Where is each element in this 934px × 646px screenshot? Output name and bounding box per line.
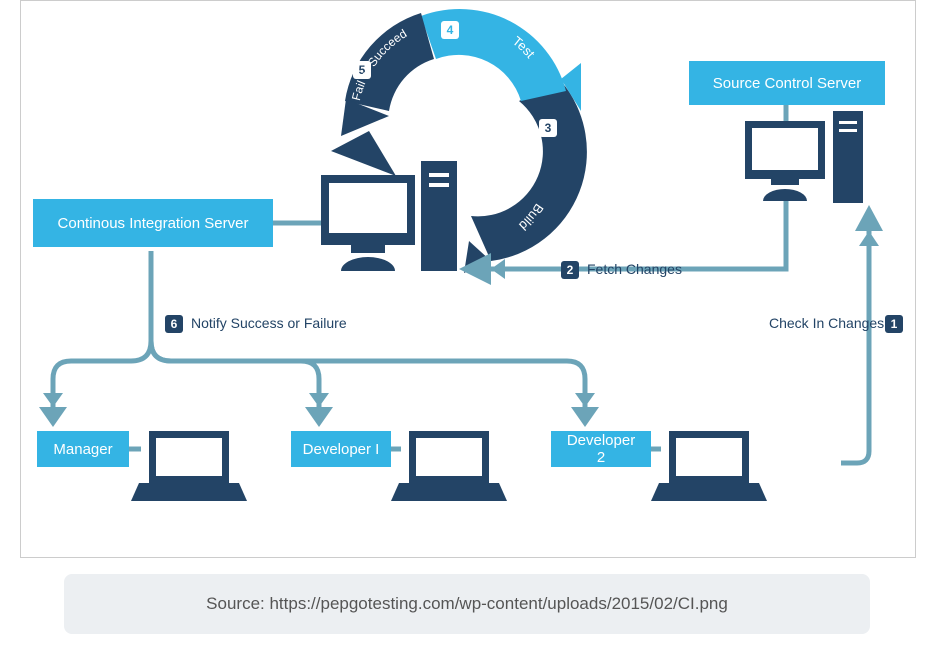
dev1-laptop-icon <box>391 431 507 501</box>
dev2-label: Developer 2 <box>561 432 641 466</box>
manager-label: Manager <box>53 441 112 458</box>
step3-num: 3 <box>545 121 552 135</box>
ci-server-label: Continous Integration Server <box>58 215 249 232</box>
dev1-label: Developer I <box>303 441 380 458</box>
laptop-icons <box>131 431 767 501</box>
source-text: Source: https://pepgotesting.com/wp-cont… <box>206 594 728 614</box>
step2-num: 2 <box>561 261 579 279</box>
manager-box: Manager <box>37 431 129 467</box>
step6-num: 6 <box>165 315 183 333</box>
ci-computer-icon <box>321 161 457 271</box>
dev2-laptop-icon <box>651 431 767 501</box>
step6-label: Notify Success or Failure <box>191 315 347 331</box>
step1-label: Check In Changes <box>769 315 884 331</box>
source-caption: Source: https://pepgotesting.com/wp-cont… <box>64 574 870 634</box>
step4-num: 4 <box>447 23 454 37</box>
source-computer-icon <box>745 111 863 203</box>
dev1-box: Developer I <box>291 431 391 467</box>
diagram-canvas: 3 4 5 Build Test Fail or Succeed <box>20 0 916 558</box>
ci-server-box: Continous Integration Server <box>33 199 273 247</box>
source-control-box: Source Control Server <box>689 61 885 105</box>
dev2-box: Developer 2 <box>551 431 651 467</box>
step1-num: 1 <box>885 315 903 333</box>
manager-laptop-icon <box>131 431 247 501</box>
source-control-label: Source Control Server <box>713 75 861 92</box>
step2-label: Fetch Changes <box>587 261 682 277</box>
diagram-stage: 3 4 5 Build Test Fail or Succeed <box>0 0 934 646</box>
